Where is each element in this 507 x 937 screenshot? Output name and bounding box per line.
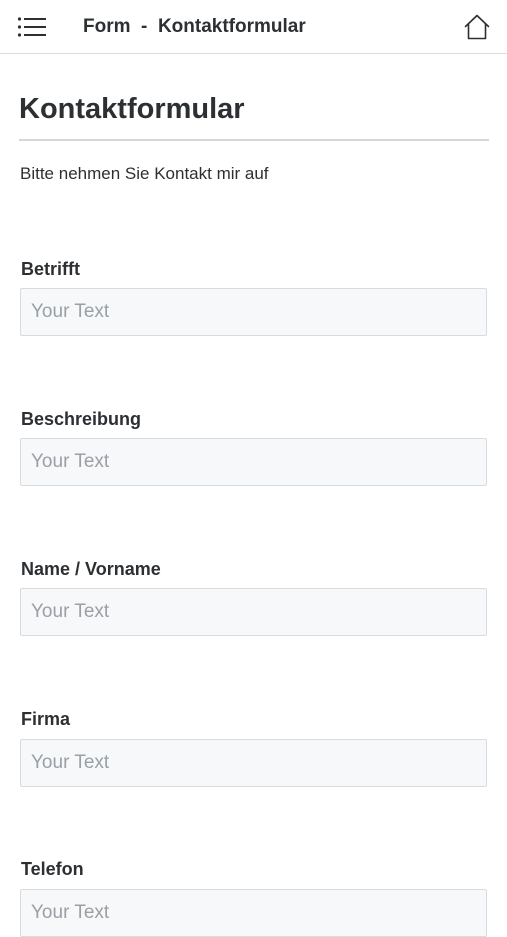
betrifft-label: Betrifft xyxy=(21,259,80,279)
page-title: Kontaktformular xyxy=(19,93,245,125)
firma-label: Firma xyxy=(21,709,71,729)
title-divider xyxy=(19,139,489,141)
name-vorname-input[interactable] xyxy=(20,588,487,636)
telefon-label: Telefon xyxy=(21,859,84,879)
telefon-input[interactable] xyxy=(20,889,487,937)
home-icon[interactable] xyxy=(463,13,491,41)
firma-input[interactable] xyxy=(20,739,487,787)
top-app-bar: Form - Kontaktformular xyxy=(0,0,507,54)
app-bar-title: Form - Kontaktformular xyxy=(83,16,306,37)
betrifft-input[interactable] xyxy=(20,288,487,336)
intro-text: Bitte nehmen Sie Kontakt mir auf xyxy=(20,164,269,183)
beschreibung-label: Beschreibung xyxy=(21,409,142,429)
hamburger-list-icon[interactable] xyxy=(16,14,48,40)
beschreibung-input[interactable] xyxy=(20,438,487,486)
name-vorname-label: Name / Vorname xyxy=(21,559,161,579)
